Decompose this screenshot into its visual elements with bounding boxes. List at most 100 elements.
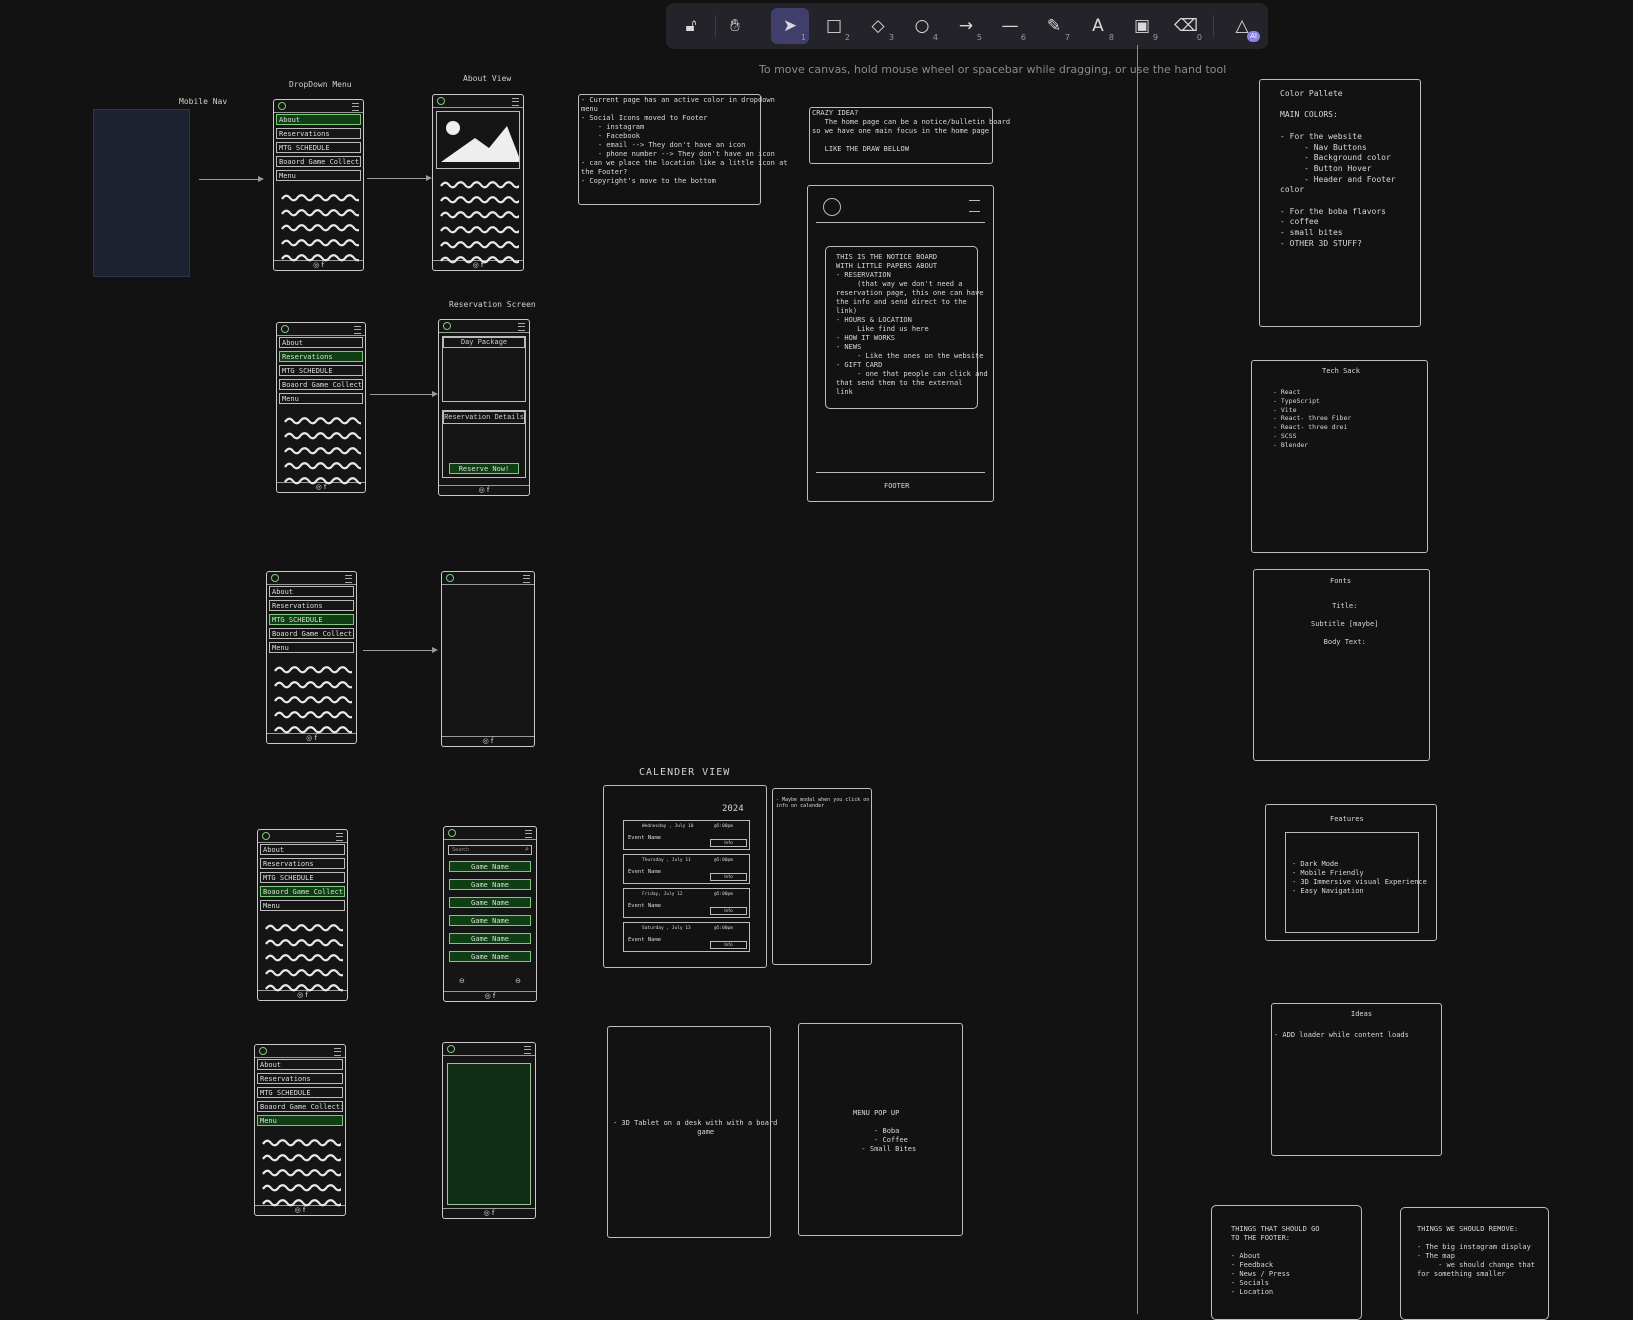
dropdown-menu-item: Boaord Game Collection <box>279 379 363 390</box>
pointer-tool-button[interactable]: ➤ 1 <box>771 8 809 44</box>
tech-stack-title: Tech Sack <box>1322 367 1360 375</box>
game-name-button[interactable]: Game Name <box>449 897 531 908</box>
placeholder-text-scribble <box>273 720 356 739</box>
event-info-button[interactable]: Info <box>710 907 747 915</box>
image-tool-button[interactable]: ▣ 9 <box>1123 8 1161 44</box>
phone-mockup-about: ◎ f <box>432 94 524 271</box>
color-pallete-box: Color Pallete MAIN COLORS: - For the web… <box>1259 79 1421 327</box>
event-info-button[interactable]: Info <box>710 839 747 847</box>
arrow-connector <box>199 179 259 180</box>
dropdown-menu-item: Reservations <box>276 128 361 139</box>
next-page-icon[interactable]: ⊖ <box>515 977 521 985</box>
dropdown-menu-item: Menu <box>276 170 361 181</box>
label-dropdown-menu: DropDown Menu <box>289 80 352 89</box>
remove-things-box: THINGS WE SHOULD REMOVE: - The big insta… <box>1400 1207 1549 1320</box>
dropdown-menu-item: Menu <box>257 1115 343 1126</box>
calendar-year: 2024 <box>722 804 744 814</box>
event-info-button[interactable]: Info <box>710 941 747 949</box>
phone-mockup-menu-page: ◎ f <box>442 1042 536 1219</box>
hamburger-icon <box>354 326 361 334</box>
dropdown-menu-item: Reservations <box>257 1073 343 1084</box>
label-about-view: About View <box>463 74 512 83</box>
canvas-hint: To move canvas, hold mouse wheel or spac… <box>759 63 1227 76</box>
game-name-button[interactable]: Game Name <box>449 933 531 944</box>
logo-circle-icon <box>262 832 270 840</box>
tool-shortcut-number: 4 <box>932 33 938 42</box>
logo-circle-icon <box>271 574 279 582</box>
drawing-toolbar: 🔓︎ ✋︎ ➤ 1 □ 2 ◇ 3 ○ 4 → 5—6 ✎ 7 A 8 ▣ 9 ⌫ 0 △ AI <box>666 3 1268 49</box>
search-input[interactable]: Search <box>448 845 532 855</box>
placeholder-text-scribble <box>264 978 347 997</box>
dropdown-menu-item: MTG SCHEDULE <box>257 1087 343 1098</box>
dropdown-menu-item: Reservations <box>279 351 363 362</box>
phone-header <box>439 320 529 333</box>
calendar-event-card: Friday, July 12 @5:00pm Event Name Info <box>623 888 750 918</box>
placeholder-text-scribble <box>261 1193 344 1212</box>
game-name-button[interactable]: Game Name <box>449 915 531 926</box>
diamond-tool-button[interactable]: ◇ 3 <box>859 8 897 44</box>
lock-open-tool-button[interactable]: 🔓︎ <box>672 8 710 44</box>
event-name: Event Name <box>628 869 662 875</box>
line-icon: — <box>1001 16 1019 36</box>
logo-circle-icon <box>823 198 841 216</box>
phone-header <box>443 1043 535 1056</box>
arrow-tool-button[interactable]: → 5 <box>947 8 985 44</box>
canvas-divider-line <box>1137 45 1138 1314</box>
dropdown-menu-item: MTG SCHEDULE <box>279 365 363 376</box>
arrow-connector <box>363 650 433 651</box>
logo-circle-icon <box>437 97 445 105</box>
line-tool-button[interactable]: —6 <box>991 8 1029 44</box>
note-text: - React - TypeScript - Vite - React- thr… <box>1273 388 1352 449</box>
event-date: Wednesday , July 10 <box>642 824 694 829</box>
phone-header <box>444 827 536 840</box>
fonts-title: Fonts <box>1330 577 1352 585</box>
hamburger-icon <box>523 575 530 583</box>
logo-circle-icon <box>448 829 456 837</box>
eraser-icon: ⌫ <box>1173 16 1199 36</box>
hamburger-icon <box>524 1046 531 1054</box>
prev-page-icon[interactable]: ⊖ <box>459 977 465 985</box>
game-name-button[interactable]: Game Name <box>449 879 531 890</box>
note-text: - Current page has an active color in dr… <box>581 96 788 185</box>
note-text: THINGS WE SHOULD REMOVE: - The big insta… <box>1417 1225 1536 1278</box>
event-name: Event Name <box>628 835 662 841</box>
hamburger-icon <box>334 1048 341 1056</box>
tech-stack-box: Tech Sack - React - TypeScript - Vite - … <box>1251 360 1428 553</box>
logo-circle-icon <box>443 322 451 330</box>
pencil-icon: ✎ <box>1046 16 1062 36</box>
ellipse-tool-button[interactable]: ○ 4 <box>903 8 941 44</box>
arrow-head <box>426 175 432 181</box>
event-info-button[interactable]: Info <box>710 873 747 881</box>
event-date: Friday, July 12 <box>642 892 683 897</box>
dropdown-menu-item: Boaord Game Collection <box>269 628 354 639</box>
phone-footer-social-icons: ◎ f <box>442 736 534 746</box>
calendar-event-card: Saturday , July 13 @5:00pm Event Name Info <box>623 922 750 952</box>
note-crazy-idea: CRAZY IDEA? The home page can be a notic… <box>809 107 1010 164</box>
rectangle-tool-button[interactable]: □ 2 <box>815 8 853 44</box>
dropdown-menu-item: MTG SCHEDULE <box>276 142 361 153</box>
dropdown-menu-item: MTG SCHEDULE <box>260 872 345 883</box>
footer-divider <box>816 472 985 473</box>
hand-tool-button[interactable]: ✋︎ <box>716 8 754 44</box>
tool-shortcut-number: 6 <box>1020 33 1026 42</box>
event-time: @5:00pm <box>714 824 733 829</box>
arrow-head <box>432 647 438 653</box>
event-date: Saturday , July 13 <box>642 926 691 931</box>
dropdown-menu-item: Menu <box>260 900 345 911</box>
ellipse-icon: ○ <box>914 16 930 36</box>
logo-circle-icon <box>447 1045 455 1053</box>
arrow-connector <box>367 178 427 179</box>
phone-mockup-menu: ◎ f About Reservations MTG SCHEDULE Boaord G… <box>276 322 366 493</box>
dropdown-menu-item: Menu <box>269 642 354 653</box>
reserve-now-button[interactable]: Reserve Now! <box>449 463 519 474</box>
eraser-tool-button[interactable]: ⌫ 0 <box>1167 8 1205 44</box>
hamburger-icon <box>512 98 519 106</box>
phone-footer-social-icons: ◎ f <box>443 1208 535 1218</box>
game-name-button[interactable]: Game Name <box>449 951 531 962</box>
toolbar-separator <box>1213 15 1214 37</box>
shapes-library-tool-button[interactable]: △ AI <box>1223 8 1261 44</box>
text-tool-button[interactable]: A8 <box>1079 8 1117 44</box>
game-name-button[interactable]: Game Name <box>449 861 531 872</box>
pencil-tool-button[interactable]: ✎ 7 <box>1035 8 1073 44</box>
fonts-box: Fonts Title: Subtitle [maybe] Body Text: <box>1253 569 1430 761</box>
